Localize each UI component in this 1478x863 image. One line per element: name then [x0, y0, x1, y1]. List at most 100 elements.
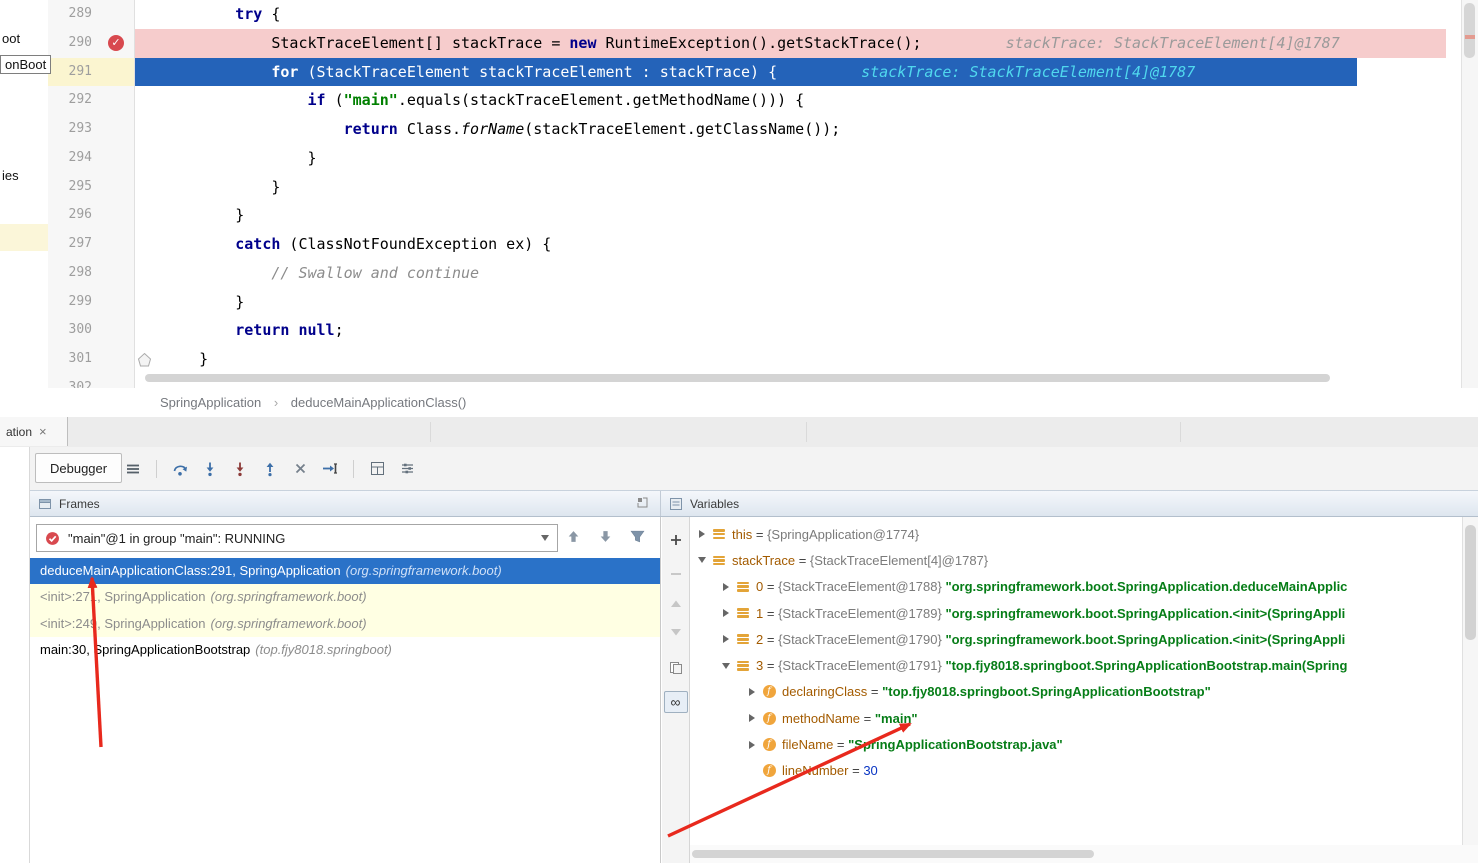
- line-number: 298: [48, 259, 92, 288]
- code-text[interactable]: if ("main".equals(stackTraceElement.getM…: [135, 86, 1446, 115]
- run-to-cursor-icon[interactable]: [321, 460, 339, 478]
- code-line-289: 289 try {: [0, 0, 1462, 29]
- plus-icon[interactable]: [669, 533, 683, 547]
- menu-icon[interactable]: [124, 460, 142, 478]
- expand-icon[interactable]: [720, 609, 732, 617]
- code-text[interactable]: }: [135, 201, 1446, 230]
- code-text[interactable]: }: [135, 144, 1446, 173]
- chevron-down-icon[interactable]: [541, 535, 549, 541]
- filter-icon[interactable]: [628, 527, 646, 545]
- code-lines: 289 try {290 ✓ StackTraceElement[] stackT…: [0, 0, 1462, 388]
- stack-frame-row[interactable]: deduceMainApplicationClass:291, SpringAp…: [30, 558, 660, 584]
- collapse-icon[interactable]: [720, 663, 732, 669]
- code-text[interactable]: try {: [135, 0, 1446, 29]
- move-up-icon[interactable]: [670, 599, 682, 611]
- layout-settings-icon[interactable]: [398, 460, 416, 478]
- step-over-icon[interactable]: [171, 460, 189, 478]
- code-text[interactable]: catch (ClassNotFoundException ex) {: [135, 230, 1446, 259]
- line-number: 300: [48, 316, 92, 345]
- variable-row-0[interactable]: 0 = {StackTraceElement@1788} "org.spring…: [690, 574, 1462, 600]
- thread-icon: [45, 531, 60, 546]
- tab-debugger[interactable]: Debugger: [35, 453, 122, 483]
- breakpoint-icon[interactable]: ✓: [108, 35, 124, 51]
- expand-icon[interactable]: [720, 583, 732, 591]
- stack-frame-row[interactable]: main:30, SpringApplicationBootstrap(top.…: [30, 637, 660, 663]
- editor-horizontal-scrollbar[interactable]: [135, 369, 1462, 386]
- tab-label: ation: [6, 425, 32, 439]
- project-tree-fragment[interactable]: ies: [2, 168, 19, 183]
- collapse-icon[interactable]: [696, 557, 708, 563]
- code-text[interactable]: }: [135, 288, 1446, 317]
- move-down-icon[interactable]: [670, 625, 682, 637]
- code-text[interactable]: // Swallow and continue: [135, 259, 1446, 288]
- variable-reference: {StackTraceElement@1788}: [778, 579, 942, 594]
- force-step-into-icon[interactable]: [231, 460, 249, 478]
- infinity-icon[interactable]: ∞: [664, 691, 688, 713]
- code-text[interactable]: StackTraceElement[] stackTrace = new Run…: [135, 29, 1446, 58]
- expand-icon[interactable]: [746, 714, 758, 722]
- value-icon: [736, 659, 750, 673]
- frames-panel-header: Frames: [30, 491, 661, 516]
- expand-icon[interactable]: [696, 530, 708, 538]
- project-tree-fragment[interactable]: onBoot: [0, 55, 51, 74]
- console-view-icon[interactable]: [368, 460, 386, 478]
- toolbar-separator: [156, 460, 157, 478]
- copy-icon[interactable]: [669, 661, 683, 675]
- frame-down-icon[interactable]: [596, 527, 614, 545]
- field-icon: f: [762, 711, 776, 725]
- variable-row-lineNumber[interactable]: flineNumber = 30: [690, 758, 1462, 784]
- gutter-icon-area: [100, 259, 134, 288]
- scrollbar-thumb[interactable]: [1465, 525, 1476, 640]
- gutter-icon-area: [100, 288, 134, 317]
- scrollbar-thumb[interactable]: [692, 850, 1094, 858]
- frames-panel: "main"@1 in group "main": RUNNING deduce…: [30, 517, 661, 863]
- toolbar-separator: [353, 460, 354, 478]
- breadcrumb-item-class[interactable]: SpringApplication: [160, 395, 261, 410]
- stack-frame-row[interactable]: <init>:271, SpringApplication(org.spring…: [30, 584, 660, 610]
- variables-vertical-scrollbar[interactable]: [1462, 517, 1478, 845]
- line-number: 294: [48, 144, 92, 173]
- code-line-292: 292 if ("main".equals(stackTraceElement.…: [0, 86, 1462, 115]
- step-out-icon[interactable]: [261, 460, 279, 478]
- variable-row-declaringClass[interactable]: fdeclaringClass = "top.fjy8018.springboo…: [690, 679, 1462, 705]
- code-text[interactable]: return null;: [135, 316, 1446, 345]
- project-tree-fragment[interactable]: oot: [2, 31, 20, 46]
- tool-window-tab[interactable]: ation ×: [0, 417, 68, 446]
- editor-vertical-scrollbar[interactable]: [1461, 0, 1478, 388]
- variable-name: lineNumber: [782, 763, 848, 778]
- scrollbar-thumb[interactable]: [145, 374, 1330, 382]
- error-stripe-mark: [1465, 35, 1475, 39]
- float-icon[interactable]: [636, 496, 650, 510]
- variable-row-fileName[interactable]: ffileName = "SpringApplicationBootstrap.…: [690, 731, 1462, 757]
- variable-row-2[interactable]: 2 = {StackTraceElement@1790} "org.spring…: [690, 626, 1462, 652]
- expand-icon[interactable]: [746, 741, 758, 749]
- variables-panel-header: Variables: [661, 491, 1478, 516]
- variable-row-3[interactable]: 3 = {StackTraceElement@1791} "top.fjy801…: [690, 652, 1462, 678]
- frame-up-icon[interactable]: [564, 527, 582, 545]
- breadcrumb-item-method[interactable]: deduceMainApplicationClass(): [291, 395, 467, 410]
- line-number: 291: [48, 58, 92, 87]
- minus-icon[interactable]: [669, 567, 683, 581]
- variable-row-this[interactable]: this = {SpringApplication@1774}: [690, 521, 1462, 547]
- drop-frame-icon[interactable]: [291, 460, 309, 478]
- thread-selector-dropdown[interactable]: "main"@1 in group "main": RUNNING: [36, 524, 558, 552]
- step-into-icon[interactable]: [201, 460, 219, 478]
- variable-row-1[interactable]: 1 = {StackTraceElement@1789} "org.spring…: [690, 600, 1462, 626]
- variable-row-stackTrace[interactable]: stackTrace = {StackTraceElement[4]@1787}: [690, 547, 1462, 573]
- close-icon[interactable]: ×: [39, 424, 47, 439]
- code-line-299: 299 }: [0, 288, 1462, 317]
- code-text[interactable]: return Class.forName(stackTraceElement.g…: [135, 115, 1446, 144]
- code-text[interactable]: }: [135, 173, 1446, 202]
- code-line-295: 295 }: [0, 173, 1462, 202]
- expand-icon[interactable]: [746, 688, 758, 696]
- infinity-icon[interactable]: ∞: [664, 691, 688, 713]
- code-token: {: [262, 5, 280, 23]
- variable-row-methodName[interactable]: fmethodName = "main": [690, 705, 1462, 731]
- code-text[interactable]: for (StackTraceElement stackTraceElement…: [135, 58, 1446, 87]
- expand-icon[interactable]: [720, 635, 732, 643]
- stack-frame-row[interactable]: <init>:249, SpringApplication(org.spring…: [30, 611, 660, 637]
- line-number: 290: [48, 29, 92, 58]
- variables-horizontal-scrollbar[interactable]: [690, 845, 1478, 863]
- variable-name: this: [732, 527, 752, 542]
- scrollbar-thumb[interactable]: [1464, 3, 1475, 58]
